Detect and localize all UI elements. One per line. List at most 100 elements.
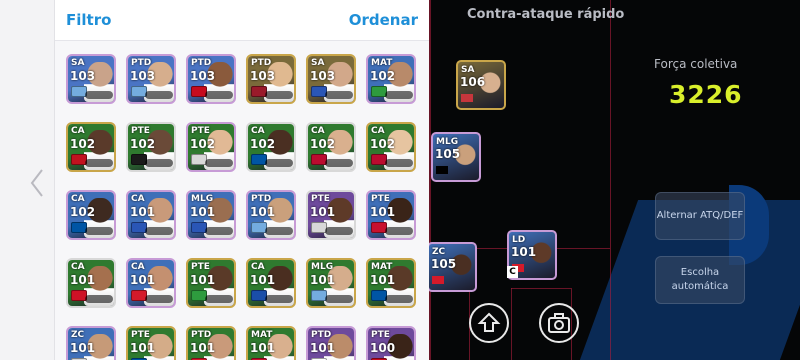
card-position: MLG xyxy=(191,194,214,204)
player-card[interactable]: SA 103 xyxy=(306,54,356,104)
player-card-grid: SA 103 PTD 103 PTD 103 PTD 103 SA 103 MAT 102 CA 102 P… xyxy=(66,54,431,360)
formation-field: Contra-ataque rápido Força coletiva 3226… xyxy=(429,0,800,360)
captain-badge: C xyxy=(507,266,518,278)
field-card-position: MLG xyxy=(436,137,459,147)
card-rating: 101 xyxy=(190,273,216,287)
player-card[interactable]: PTE 101 xyxy=(126,326,176,360)
player-card[interactable]: CA 102 xyxy=(246,122,296,172)
skill-dots xyxy=(325,91,353,99)
player-card[interactable]: CA 101 xyxy=(126,258,176,308)
upload-button[interactable] xyxy=(469,303,509,343)
upload-icon xyxy=(477,312,501,332)
card-position: PTE xyxy=(371,330,390,340)
player-card[interactable]: PTD 103 xyxy=(246,54,296,104)
player-card[interactable]: MAT 102 xyxy=(366,54,416,104)
player-card[interactable]: MAT 101 xyxy=(246,326,296,360)
card-position: PTD xyxy=(251,58,272,68)
player-card[interactable]: ZC 101 xyxy=(66,326,116,360)
card-position: CA xyxy=(71,194,85,204)
card-rating: 101 xyxy=(70,341,96,355)
player-card[interactable]: PTE 100 xyxy=(366,326,416,360)
player-card[interactable]: CA 102 xyxy=(66,122,116,172)
skill-dots xyxy=(325,295,353,303)
player-card[interactable]: PTE 101 xyxy=(186,258,236,308)
card-rating: 102 xyxy=(190,137,216,151)
card-position: CA xyxy=(131,262,145,272)
card-position: CA xyxy=(131,194,145,204)
flag-icon xyxy=(436,166,448,174)
player-card[interactable]: MAT 101 xyxy=(366,258,416,308)
card-position: CA xyxy=(71,126,85,136)
card-position: PTD xyxy=(191,58,212,68)
card-rating: 100 xyxy=(370,341,396,355)
field-player-card[interactable]: ZC 105 xyxy=(429,242,477,292)
player-card[interactable]: CA 102 xyxy=(366,122,416,172)
skill-dots xyxy=(85,227,113,235)
field-card-position: LD xyxy=(512,235,526,245)
skill-dots xyxy=(145,159,173,167)
skill-dots xyxy=(145,227,173,235)
card-rating: 101 xyxy=(250,205,276,219)
player-card[interactable]: PTD 101 xyxy=(306,326,356,360)
card-position: PTE xyxy=(311,194,330,204)
field-card-position: SA xyxy=(461,65,475,75)
player-card[interactable]: CA 102 xyxy=(66,190,116,240)
player-card[interactable]: PTD 101 xyxy=(186,326,236,360)
player-card[interactable]: PTE 101 xyxy=(306,190,356,240)
field-line xyxy=(610,0,611,360)
player-card[interactable]: PTD 103 xyxy=(186,54,236,104)
card-rating: 103 xyxy=(310,69,336,83)
filter-button[interactable]: Filtro xyxy=(66,11,111,29)
player-selection-panel: Filtro Ordenar SA 103 PTD 103 PTD 103 PTD 103 SA… xyxy=(54,0,430,360)
card-position: MLG xyxy=(311,262,334,272)
card-position: MAT xyxy=(251,330,273,340)
skill-dots xyxy=(325,159,353,167)
player-card[interactable]: MLG 101 xyxy=(306,258,356,308)
card-position: PTD xyxy=(251,194,272,204)
auto-select-button[interactable]: Escolha automática xyxy=(655,256,745,304)
card-rating: 101 xyxy=(310,273,336,287)
card-position: PTE xyxy=(371,194,390,204)
card-rating: 103 xyxy=(130,69,156,83)
skill-dots xyxy=(145,295,173,303)
player-card[interactable]: PTE 101 xyxy=(366,190,416,240)
player-card[interactable]: CA 101 xyxy=(126,190,176,240)
sort-button[interactable]: Ordenar xyxy=(349,11,418,29)
card-rating: 102 xyxy=(370,69,396,83)
card-position: CA xyxy=(371,126,385,136)
player-card[interactable]: PTD 101 xyxy=(246,190,296,240)
card-rating: 101 xyxy=(310,341,336,355)
toggle-atk-def-button[interactable]: Alternar ATQ/DEF xyxy=(655,192,745,240)
skill-dots xyxy=(265,227,293,235)
card-rating: 101 xyxy=(190,341,216,355)
field-player-card[interactable]: SA 106 xyxy=(456,60,506,110)
field-line xyxy=(511,288,512,360)
player-card[interactable]: MLG 101 xyxy=(186,190,236,240)
player-card[interactable]: SA 103 xyxy=(66,54,116,104)
player-card[interactable]: CA 101 xyxy=(246,258,296,308)
skill-dots xyxy=(205,159,233,167)
skill-dots xyxy=(385,295,413,303)
card-rating: 101 xyxy=(370,273,396,287)
camera-button[interactable] xyxy=(539,303,579,343)
flag-icon xyxy=(432,276,444,284)
skill-dots xyxy=(325,227,353,235)
card-position: MAT xyxy=(371,262,393,272)
field-player-card[interactable]: MLG 105 xyxy=(431,132,481,182)
card-position: PTE xyxy=(131,126,150,136)
player-card[interactable]: CA 101 xyxy=(66,258,116,308)
card-rating: 101 xyxy=(250,341,276,355)
player-card[interactable]: PTE 102 xyxy=(186,122,236,172)
field-card-position: ZC xyxy=(432,247,446,257)
player-card[interactable]: PTD 103 xyxy=(126,54,176,104)
player-card[interactable]: CA 102 xyxy=(306,122,356,172)
skill-dots xyxy=(385,227,413,235)
card-position: CA xyxy=(311,126,325,136)
player-card[interactable]: PTE 102 xyxy=(126,122,176,172)
chevron-left-icon[interactable] xyxy=(30,168,44,198)
left-strip xyxy=(0,0,54,360)
card-rating: 101 xyxy=(190,205,216,219)
card-rating: 101 xyxy=(310,205,336,219)
card-position: SA xyxy=(71,58,85,68)
skill-dots xyxy=(265,295,293,303)
